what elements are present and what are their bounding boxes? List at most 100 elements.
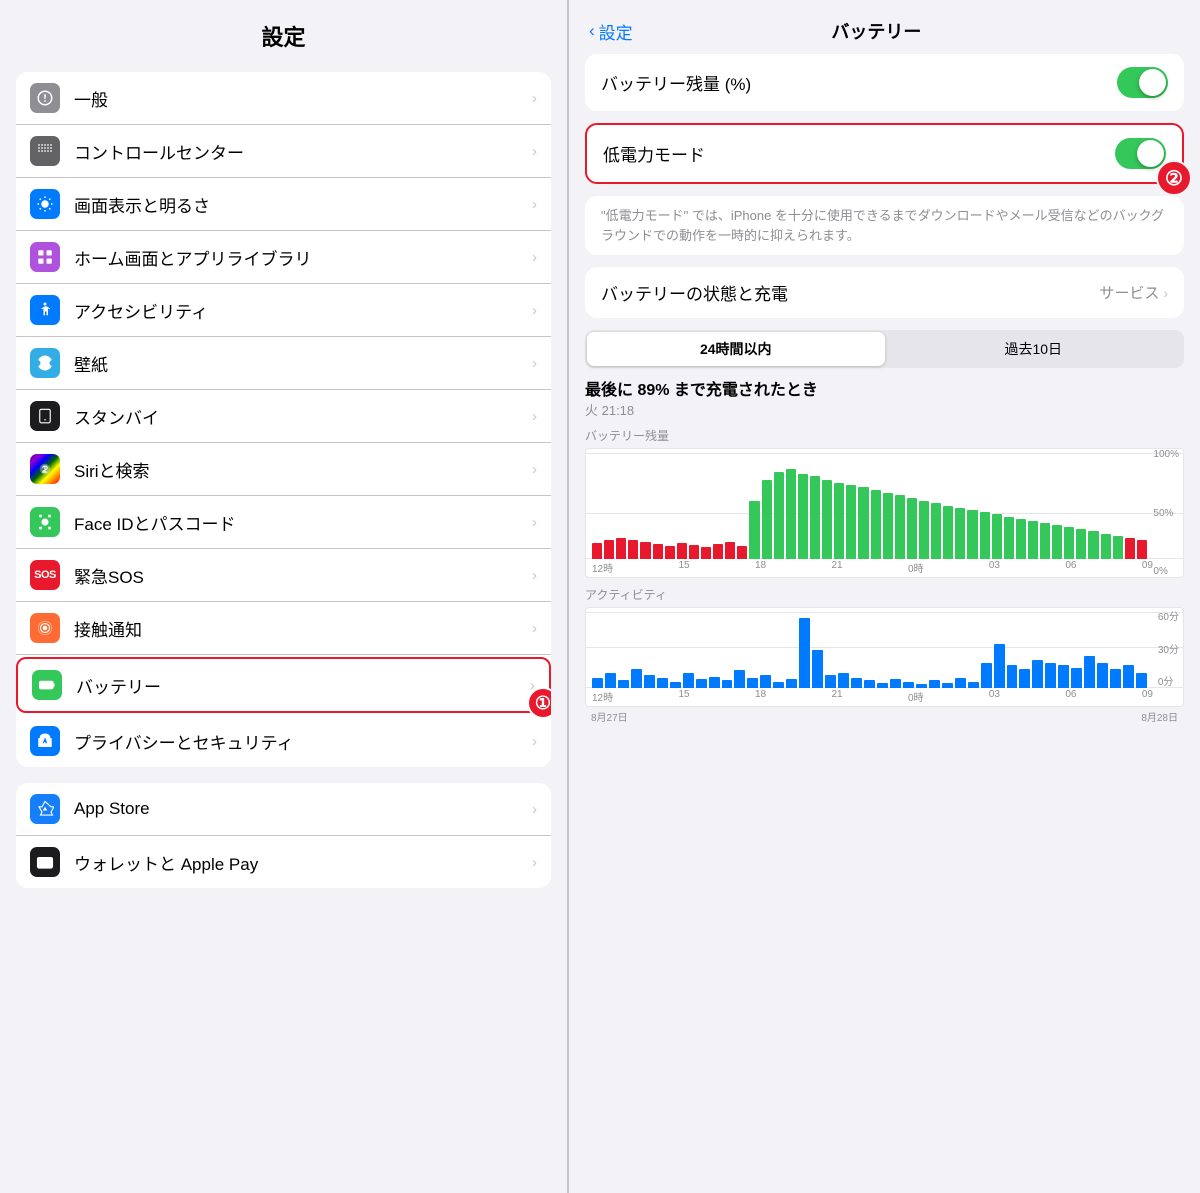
activity-bar: [890, 679, 901, 688]
battery-bar: [1004, 517, 1014, 559]
settings-item-wallet[interactable]: ウォレットと Apple Pay ›: [16, 836, 551, 888]
activity-bars: [586, 612, 1153, 688]
date-end: 8月28日: [1141, 709, 1178, 724]
activity-bar: [1097, 663, 1108, 688]
activity-bar: [683, 673, 694, 688]
activity-bar: [1032, 660, 1043, 688]
activity-bar: [994, 644, 1005, 688]
activity-chart-label: アクティビティ: [585, 586, 1184, 603]
activity-bar: [1110, 669, 1121, 688]
battery-status-row[interactable]: バッテリーの状態と充電 サービス ›: [585, 267, 1184, 318]
activity-bar: [981, 663, 992, 688]
standby-chevron: ›: [532, 408, 537, 425]
activity-bar: [812, 650, 823, 688]
battery-bar: [592, 543, 602, 559]
battery-bar: [762, 480, 772, 560]
settings-item-general[interactable]: 一般 ›: [16, 72, 551, 125]
settings-item-contact[interactable]: 接触通知 ›: [16, 602, 551, 655]
battery-bar: [1040, 523, 1050, 559]
home-screen-label: ホーム画面とアプリライブラリ: [74, 245, 532, 270]
battery-percent-toggle[interactable]: [1117, 67, 1168, 98]
battery-bar: [1076, 529, 1086, 559]
activity-bar: [1007, 665, 1018, 688]
back-chevron-icon: ‹: [589, 21, 595, 41]
battery-percent-card: バッテリー残量 (%): [585, 54, 1184, 111]
battery-bar: [980, 512, 990, 559]
activity-bar: [592, 678, 603, 688]
settings-item-control-center[interactable]: コントロールセンター ›: [16, 125, 551, 178]
battery-status-label: バッテリーの状態と充電: [601, 280, 1099, 305]
back-label: 設定: [599, 19, 633, 44]
home-screen-chevron: ›: [532, 249, 537, 266]
activity-bar: [760, 675, 771, 688]
settings-item-sos[interactable]: SOS 緊急SOS ›: [16, 549, 551, 602]
battery-bar: [701, 547, 711, 559]
settings-item-accessibility[interactable]: アクセシビリティ ›: [16, 284, 551, 337]
settings-item-standby[interactable]: スタンバイ ›: [16, 390, 551, 443]
standby-label: スタンバイ: [74, 404, 532, 429]
tab-10d[interactable]: 過去10日: [885, 332, 1183, 366]
battery-bar: [895, 495, 905, 559]
activity-bar: [955, 678, 966, 688]
activity-bar: [968, 682, 979, 688]
settings-item-faceid[interactable]: Face IDとパスコード ›: [16, 496, 551, 549]
service-link: サービス: [1099, 282, 1159, 303]
charge-info: 最後に 89% まで充電されたとき 火 21:18: [585, 376, 1184, 419]
activity-bar: [1019, 669, 1030, 688]
settings-item-home-screen[interactable]: ホーム画面とアプリライブラリ ›: [16, 231, 551, 284]
battery-bar: [967, 510, 977, 559]
activity-bar: [851, 678, 862, 688]
battery-percent-row: バッテリー残量 (%): [585, 54, 1184, 111]
right-header: ‹ 設定 バッテリー: [569, 0, 1200, 54]
low-power-description-card: "低電力モード" では、iPhone を十分に使用できるまでダウンロードやメール…: [585, 196, 1184, 255]
activity-bar: [734, 670, 745, 688]
battery-bar: [774, 472, 784, 559]
settings-item-siri[interactable]: Siriと検索 ›: [16, 443, 551, 496]
settings-left-panel: 設定 一般 › コントロールセンター › 画面表示と明るさ ›: [0, 0, 567, 1193]
standby-icon: [30, 401, 60, 431]
activity-bar: [631, 669, 642, 688]
activity-bar: [838, 673, 849, 688]
general-chevron: ›: [532, 90, 537, 107]
battery-bar: [1088, 531, 1098, 559]
sos-chevron: ›: [532, 567, 537, 584]
settings-item-battery[interactable]: バッテリー › ①: [16, 657, 551, 713]
low-power-toggle[interactable]: [1115, 138, 1166, 169]
battery-bar: [640, 542, 650, 559]
siri-icon: [30, 454, 60, 484]
settings-item-wallpaper[interactable]: 壁紙 ›: [16, 337, 551, 390]
siri-chevron: ›: [532, 461, 537, 478]
battery-bar: [834, 483, 844, 559]
battery-bar: [798, 474, 808, 559]
wallet-label: ウォレットと Apple Pay: [74, 850, 532, 875]
toggle-thumb: [1139, 69, 1166, 96]
privacy-icon: [30, 726, 60, 756]
battery-bar: [1064, 527, 1074, 559]
battery-status-chevron: ›: [1163, 285, 1168, 301]
faceid-icon: [30, 507, 60, 537]
step2-badge: ②: [1156, 160, 1192, 196]
left-panel-title: 設定: [0, 0, 567, 64]
activity-x-labels: 12時 15 18 21 0時 03 06 09: [592, 689, 1153, 704]
activity-bar: [864, 680, 875, 688]
battery-bar: [858, 487, 868, 559]
settings-item-privacy[interactable]: プライバシーとセキュリティ ›: [16, 715, 551, 767]
time-range-tabs: 24時間以内 過去10日: [585, 330, 1184, 368]
appstore-label: App Store: [74, 799, 532, 819]
privacy-chevron: ›: [532, 733, 537, 750]
back-button[interactable]: ‹ 設定: [589, 19, 633, 44]
activity-bar: [1123, 665, 1134, 688]
battery-icon: [32, 670, 62, 700]
tab-24h[interactable]: 24時間以内: [587, 332, 885, 366]
battery-bar: [604, 540, 614, 559]
settings-item-display[interactable]: 画面表示と明るさ ›: [16, 178, 551, 231]
battery-bar: [1052, 525, 1062, 559]
activity-bar: [903, 682, 914, 688]
activity-bar: [786, 679, 797, 688]
activity-bar: [747, 678, 758, 688]
settings-item-appstore[interactable]: App Store ›: [16, 783, 551, 836]
activity-bar: [1058, 665, 1069, 688]
battery-bars: [586, 453, 1153, 559]
date-labels: 8月27日 8月28日: [585, 709, 1184, 724]
battery-bar: [628, 540, 638, 559]
